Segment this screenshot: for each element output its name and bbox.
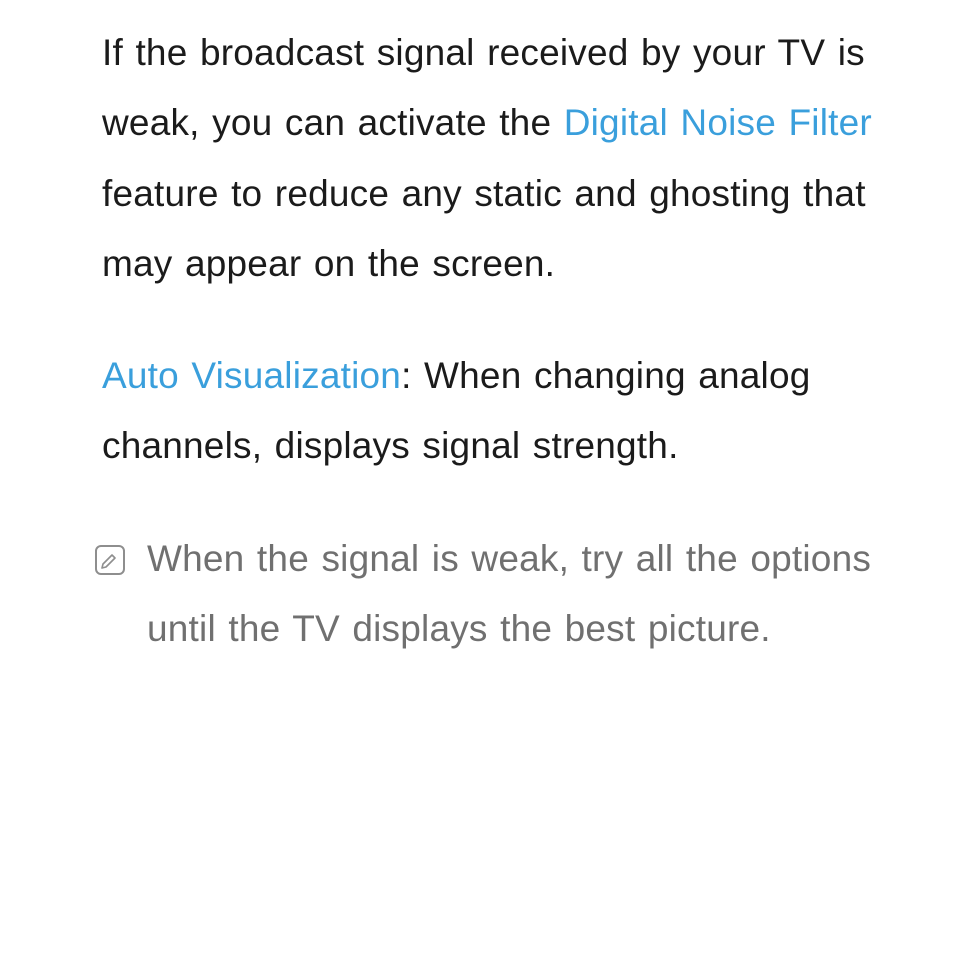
pencil-icon	[100, 550, 120, 570]
feature-name-auto-visualization: Auto Visualization	[102, 355, 401, 396]
paragraph-digital-noise-filter: If the broadcast signal received by your…	[102, 18, 932, 299]
text-run: feature to reduce any static and ghostin…	[102, 173, 866, 284]
feature-name-digital-noise-filter: Digital Noise Filter	[564, 102, 872, 143]
note-block: When the signal is weak, try all the opt…	[95, 524, 932, 665]
note-icon	[95, 545, 125, 575]
note-text: When the signal is weak, try all the opt…	[147, 524, 932, 665]
paragraph-auto-visualization: Auto Visualization: When changing analog…	[102, 341, 932, 482]
document-page: If the broadcast signal received by your…	[0, 0, 954, 664]
